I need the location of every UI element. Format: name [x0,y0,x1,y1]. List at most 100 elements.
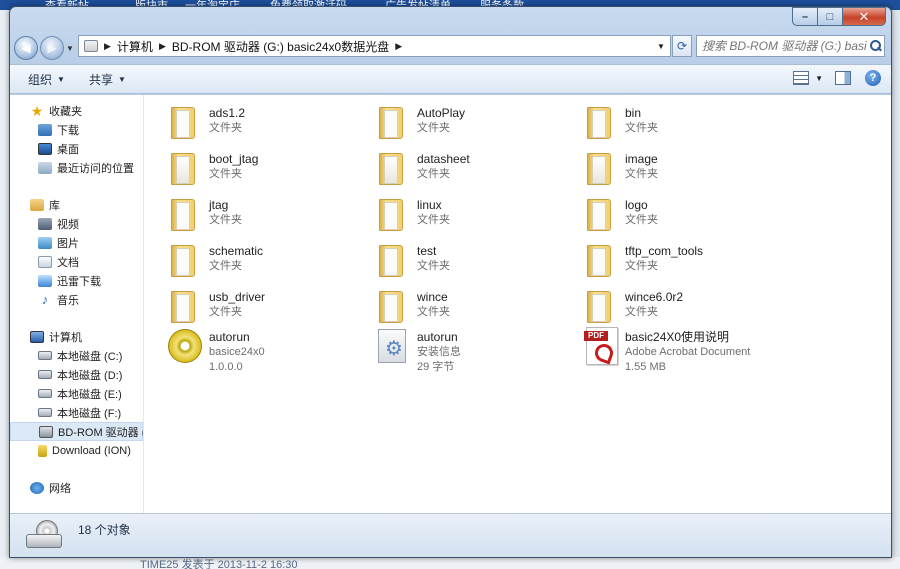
search-box[interactable] [696,35,885,57]
recent-places-icon [38,161,52,174]
back-button[interactable]: ◀ [14,36,38,60]
list-item[interactable]: wince6.0r2 文件夹 [584,287,784,331]
sidebar-computer[interactable]: 计算机 [10,327,143,346]
folder-icon [584,195,618,237]
maximize-button[interactable]: □ [818,7,843,26]
list-item[interactable]: ads1.2 文件夹 [168,103,368,147]
file-name: logo [625,198,648,212]
chevron-right-icon[interactable]: ▶ [395,41,402,52]
sidebar-label: 最近访问的位置 [57,162,134,175]
address-dropdown-icon[interactable]: ▼ [654,36,668,56]
sidebar-item-downloads[interactable]: 下载 [10,120,143,139]
sidebar-label: 库 [49,199,60,212]
list-item[interactable]: test 文件夹 [376,241,576,285]
folder-icon [168,241,202,283]
music-note-icon: ♪ [41,291,49,307]
list-item[interactable]: schematic 文件夹 [168,241,368,285]
sidebar-libraries[interactable]: 库 [10,195,143,214]
content-area: ★ 收藏夹 下载 桌面 最近访问的位置 库 视频 图片 文档 迅雷下载 ♪ 音乐 计… [10,95,891,513]
file-type: 文件夹 [209,260,242,272]
breadcrumb-computer[interactable]: 计算机 [117,38,153,55]
sidebar-network[interactable]: 网络 [10,478,143,497]
picture-library-icon [38,236,52,249]
list-item[interactable]: autorun 安装信息 29 字节 [376,327,576,373]
address-bar[interactable]: ▶ 计算机 ▶ BD-ROM 驱动器 (G:) basic24x0数据光盘 ▶ … [78,35,671,57]
file-name: schematic [209,244,264,258]
share-button[interactable]: 共享 ▼ [83,71,132,88]
windows-disk-icon [38,351,52,360]
close-button[interactable]: ✕ [843,7,886,26]
sidebar-item-documents[interactable]: 文档 [10,252,143,271]
list-item[interactable]: PDF basic24X0使用说明 Adobe Acrobat Document 1.… [584,327,804,373]
chevron-right-icon[interactable]: ▶ [159,41,166,52]
sidebar-label: 桌面 [57,143,79,156]
sidebar-item-drive-f[interactable]: 本地磁盘 (F:) [10,403,143,422]
list-item[interactable]: logo 文件夹 [584,195,784,239]
organize-button[interactable]: 组织 ▼ [22,71,71,88]
preview-pane-icon[interactable] [835,71,851,85]
usb-drive-icon [38,444,47,457]
file-name: basic24X0使用说明 [625,330,730,344]
list-item[interactable]: datasheet 文件夹 [376,149,576,193]
file-type: 文件夹 [625,306,658,318]
background-bottom-strip: TIME25 发表于 2013-11-2 16:30 [0,557,900,569]
list-item[interactable]: bin 文件夹 [584,103,784,147]
sidebar-item-desktop[interactable]: 桌面 [10,139,143,158]
file-name: linux [417,198,442,212]
recent-pages-dropdown[interactable]: ▼ [64,44,76,53]
file-name: boot_jtag [209,152,259,166]
share-label: 共享 [88,72,113,87]
file-type: 文件夹 [417,306,450,318]
hard-disk-icon [38,389,52,398]
minimize-button[interactable]: – [792,7,818,26]
help-icon[interactable]: ? [865,70,881,86]
sidebar-item-pictures[interactable]: 图片 [10,233,143,252]
sidebar-label: 视频 [57,218,79,231]
download-folder-icon [38,123,52,136]
list-item[interactable]: image 文件夹 [584,149,784,193]
list-item[interactable]: jtag 文件夹 [168,195,368,239]
list-item[interactable]: boot_jtag 文件夹 [168,149,368,193]
folder-icon [168,103,202,145]
list-item[interactable]: AutoPlay 文件夹 [376,103,576,147]
optical-drive-icon [39,425,53,438]
refresh-button[interactable]: ⟳ [672,35,692,57]
list-item[interactable]: linux 文件夹 [376,195,576,239]
file-name: ads1.2 [209,106,246,120]
sidebar-item-drive-d[interactable]: 本地磁盘 (D:) [10,365,143,384]
xunlei-download-icon [38,274,52,287]
file-type: Adobe Acrobat Document [625,346,751,358]
list-item[interactable]: usb_driver 文件夹 [168,287,368,331]
folder-icon [168,195,202,237]
forward-button[interactable]: ▶ [40,36,64,60]
library-icon [30,198,44,211]
folder-icon [584,103,618,145]
window-controls: – □ ✕ [792,7,886,26]
item-count: 18 个对象 [78,523,131,537]
title-bar[interactable]: – □ ✕ [10,7,891,33]
file-name: jtag [209,198,229,212]
breadcrumb-drive[interactable]: BD-ROM 驱动器 (G:) basic24x0数据光盘 [172,38,389,55]
sidebar-item-music[interactable]: ♪ 音乐 [10,290,143,309]
view-options-dropdown-icon[interactable]: ▼ [815,74,823,83]
sidebar-favorites[interactable]: ★ 收藏夹 [10,101,143,120]
sidebar-item-drive-g[interactable]: BD-ROM 驱动器 (G [10,422,143,441]
search-icon[interactable] [867,38,883,54]
file-name: image [625,152,658,166]
sidebar-item-xunlei[interactable]: 迅雷下载 [10,271,143,290]
sidebar-label: 本地磁盘 (E:) [57,388,122,401]
navigation-pane[interactable]: ★ 收藏夹 下载 桌面 最近访问的位置 库 视频 图片 文档 迅雷下载 ♪ 音乐 计… [10,95,144,513]
search-input[interactable] [702,39,867,53]
sidebar-item-download-ion[interactable]: Download (ION) [10,441,143,460]
sidebar-label: BD-ROM 驱动器 (G [58,426,143,439]
list-item[interactable]: autorun basice24x0 1.0.0.0 [168,327,368,373]
file-version: 1.0.0.0 [209,361,243,373]
list-item[interactable]: wince 文件夹 [376,287,576,331]
sidebar-item-drive-e[interactable]: 本地磁盘 (E:) [10,384,143,403]
sidebar-item-drive-c[interactable]: 本地磁盘 (C:) [10,346,143,365]
sidebar-item-recent[interactable]: 最近访问的位置 [10,158,143,177]
chevron-right-icon[interactable]: ▶ [104,41,111,52]
change-view-icon[interactable] [793,71,810,85]
list-item[interactable]: tftp_com_tools 文件夹 [584,241,784,285]
sidebar-item-videos[interactable]: 视频 [10,214,143,233]
